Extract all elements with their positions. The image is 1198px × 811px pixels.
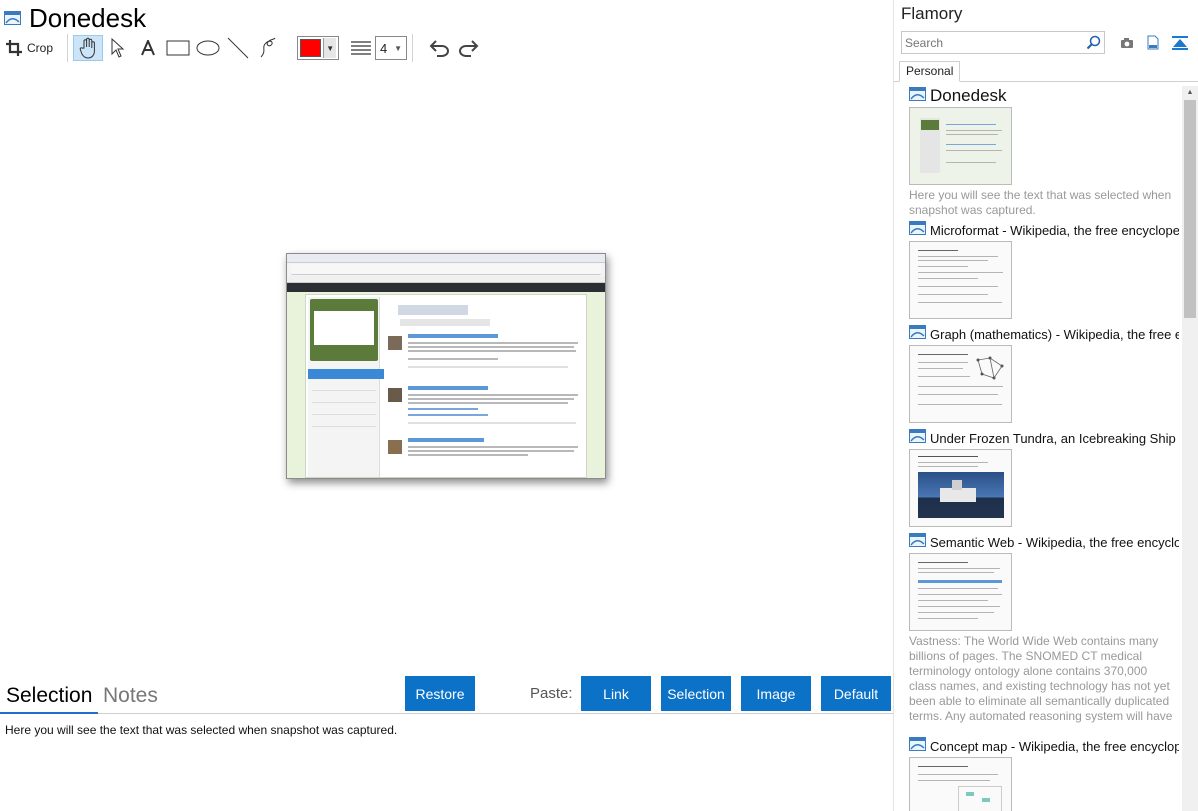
- search-input[interactable]: [902, 32, 1080, 53]
- collapse-icon[interactable]: [1172, 35, 1188, 55]
- list-item[interactable]: Concept map - Wikipedia, the free encycl…: [909, 737, 1179, 811]
- search-icon[interactable]: [1086, 35, 1101, 55]
- chevron-down-icon: ▼: [394, 43, 402, 53]
- restore-button[interactable]: Restore: [405, 676, 475, 711]
- list-item-title: Semantic Web - Wikipedia, the free encyc…: [930, 534, 1179, 550]
- snapshot-icon: [4, 11, 21, 25]
- crop-label: Crop: [27, 41, 54, 55]
- list-item-snippet: Vastness: The World Wide Web contains ma…: [909, 634, 1173, 726]
- editor-toolbar: Crop ▼ 4 ▼: [4, 34, 482, 62]
- sidebar-tab-bar: Personal: [894, 61, 1198, 82]
- hand-icon: [78, 37, 98, 59]
- paste-image-button[interactable]: Image: [741, 676, 811, 711]
- snapshot-icon: [909, 533, 926, 551]
- snapshot-editor: Donedesk Crop ▼ 4 ▼ Selection Notes Rest…: [0, 0, 893, 811]
- list-item-title: Under Frozen Tundra, an Icebreaking Ship…: [930, 430, 1179, 446]
- toolbar-divider: [412, 34, 413, 62]
- search-box: [901, 31, 1105, 54]
- select-tool-button[interactable]: [103, 35, 133, 61]
- page-title: Donedesk: [29, 3, 147, 33]
- sidebar-scrollbar[interactable]: ▲: [1182, 86, 1198, 811]
- flamory-sidebar: Flamory Personal: [894, 0, 1198, 811]
- tab-selection[interactable]: Selection: [0, 682, 99, 714]
- line-width-value: 4: [380, 40, 388, 56]
- paste-default-button[interactable]: Default: [821, 676, 891, 711]
- title-row: Donedesk: [4, 3, 146, 33]
- snapshot-icon: [909, 221, 926, 239]
- flamory-window: Donedesk Crop ▼ 4 ▼ Selection Notes Rest…: [0, 0, 1198, 811]
- paste-link-button[interactable]: Link: [581, 676, 651, 711]
- color-picker[interactable]: ▼: [297, 36, 339, 60]
- list-item-snippet: Here you will see the text that was sele…: [909, 188, 1172, 217]
- list-item[interactable]: Semantic Web - Wikipedia, the free encyc…: [909, 533, 1179, 726]
- list-item[interactable]: Graph (mathematics) - Wikipedia, the fre…: [909, 325, 1179, 423]
- list-item-thumbnail: [909, 107, 1012, 185]
- line-width-select[interactable]: 4 ▼: [375, 36, 407, 60]
- snapshot-icon: [909, 325, 926, 343]
- sidebar-tools: [1120, 35, 1188, 55]
- rectangle-tool-button[interactable]: [163, 35, 193, 61]
- scrollbar-thumb[interactable]: [1184, 100, 1196, 318]
- tab-notes[interactable]: Notes: [103, 682, 158, 714]
- ellipse-tool-button[interactable]: [193, 35, 223, 61]
- redo-icon: [458, 39, 480, 57]
- hand-tool-button[interactable]: [73, 35, 103, 61]
- list-item-thumbnail: [909, 553, 1012, 631]
- undo-button[interactable]: [426, 35, 452, 61]
- list-item-title: Microformat - Wikipedia, the free encycl…: [930, 222, 1179, 238]
- freehand-squiggle-icon: [259, 37, 277, 59]
- snapshot-icon: [909, 737, 926, 755]
- snapshot-list: Donedesk Here you will see the text that…: [894, 86, 1182, 811]
- list-item-title: Donedesk: [930, 87, 1007, 105]
- list-item[interactable]: Under Frozen Tundra, an Icebreaking Ship…: [909, 429, 1179, 527]
- snapshot-preview-image[interactable]: [286, 253, 606, 479]
- list-item-thumbnail: [909, 345, 1012, 423]
- line-width-icon: [349, 35, 373, 61]
- text-a-icon: [140, 40, 156, 56]
- list-item[interactable]: Microformat - Wikipedia, the free encycl…: [909, 221, 1179, 319]
- ellipse-icon: [196, 40, 220, 56]
- paste-label: Paste:: [530, 685, 573, 702]
- sidebar-title: Flamory: [901, 4, 963, 23]
- list-item[interactable]: Donedesk Here you will see the text that…: [909, 87, 1179, 218]
- chevron-down-icon: ▼: [323, 38, 336, 58]
- list-item-title: Concept map - Wikipedia, the free encycl…: [930, 738, 1179, 754]
- list-item-thumbnail: [909, 449, 1012, 527]
- camera-icon[interactable]: [1120, 36, 1134, 54]
- arrow-pointer-icon: [111, 38, 125, 58]
- tab-personal[interactable]: Personal: [899, 61, 961, 82]
- toolbar-divider: [67, 34, 68, 62]
- line-icon: [227, 37, 249, 59]
- document-icon[interactable]: [1147, 35, 1159, 55]
- freehand-tool-button[interactable]: [253, 35, 283, 61]
- redo-button[interactable]: [456, 35, 482, 61]
- snapshot-icon: [909, 87, 926, 105]
- crop-button[interactable]: Crop: [4, 35, 62, 61]
- crop-icon: [6, 40, 22, 56]
- line-tool-button[interactable]: [223, 35, 253, 61]
- snapshot-icon: [909, 429, 926, 447]
- color-swatch: [300, 39, 322, 57]
- list-item-thumbnail: [909, 757, 1012, 811]
- selected-text[interactable]: Here you will see the text that was sele…: [5, 723, 397, 737]
- bottom-tab-bar: Selection Notes Restore Paste: Link Sele…: [0, 676, 893, 714]
- paste-selection-button[interactable]: Selection: [661, 676, 731, 711]
- text-tool-button[interactable]: [133, 35, 163, 61]
- scroll-up-icon[interactable]: ▲: [1182, 86, 1198, 99]
- rectangle-icon: [166, 40, 190, 56]
- list-item-title: Graph (mathematics) - Wikipedia, the fre…: [930, 326, 1179, 342]
- undo-icon: [428, 39, 450, 57]
- list-item-thumbnail: [909, 241, 1012, 319]
